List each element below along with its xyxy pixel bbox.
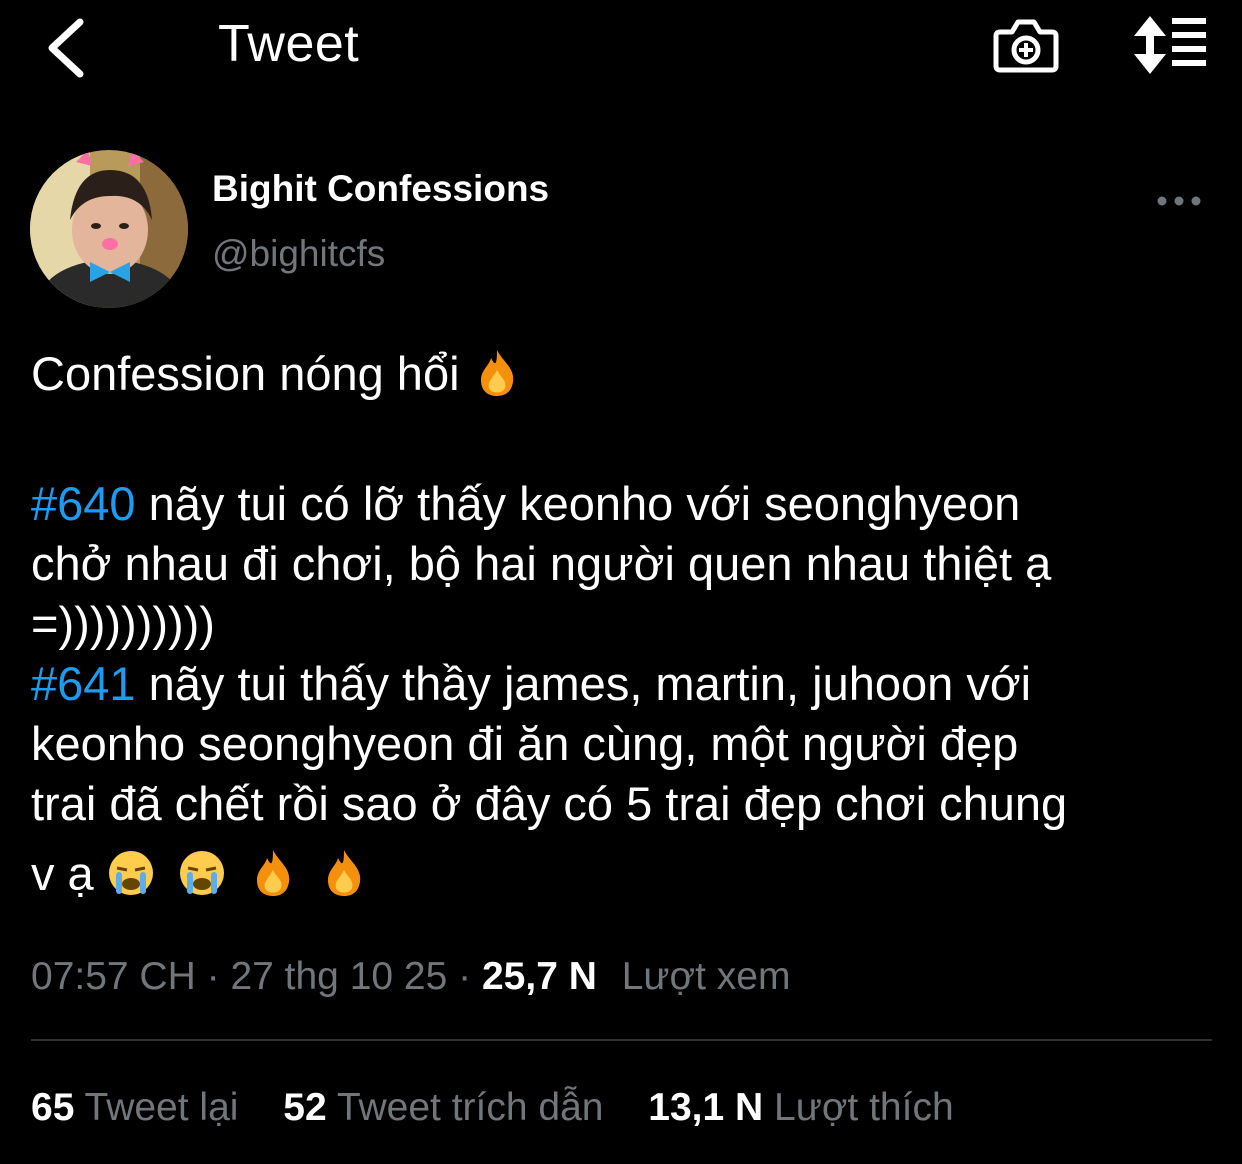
meta-separator: · [447,955,482,998]
tweet-line: #640 nãy tui có lỡ thấy keonho với seong… [31,474,1226,534]
hashtag-link[interactable]: #640 [31,477,136,530]
tweet-line: trai đã chết rồi sao ở đây có 5 trai đẹp… [31,777,1068,830]
quotes-label: Tweet trích dẫn [336,1086,604,1129]
meta-separator: · [195,955,231,998]
tweet-line: keonho seonghyeon đi ăn cùng, một người … [31,717,1019,770]
tweet-line: #641 nãy tui thấy thầy james, martin, ju… [31,654,1226,714]
more-button[interactable] [1152,186,1208,216]
top-bar: Tweet [0,0,1242,96]
sort-icon [1134,16,1206,74]
crying-face-emoji-icon [108,851,153,895]
camera-add-icon [993,19,1059,73]
tweet-text-segment: Confession nóng hổi [31,347,460,400]
views-count[interactable]: 25,7 N [482,955,597,998]
crying-face-emoji-icon [179,851,224,895]
quotes-count: 52 [283,1086,327,1129]
likes-stat[interactable]: 13,1 N Lượt thích [648,1086,953,1129]
tweet-date: 27 thg 10 25 [230,955,448,998]
tweet-meta: 07:57 CH · 27 thg 10 25 · 25,7 N Lượt xe… [31,955,790,999]
hashtag-link[interactable]: #641 [31,657,136,710]
retweets-label: Tweet lại [84,1086,239,1129]
tweet-line: =)))))))))) [31,597,215,650]
tweet-text-segment: nãy tui có lỡ thấy keonho với seonghyeon [135,477,1021,530]
more-horizontal-icon [1157,196,1201,206]
avatar[interactable] [30,150,188,308]
camera-button[interactable] [990,10,1062,80]
tweet-line: v ạ [31,844,1226,904]
tweet-text: Confession nóng hổi #640 nãy tui có lỡ t… [31,344,1226,904]
divider [31,1039,1212,1041]
page-title: Tweet [218,15,360,73]
quotes-stat[interactable]: 52 Tweet trích dẫn [283,1086,603,1129]
chevron-left-icon [48,18,84,78]
author-display-name[interactable]: Bighit Confessions [212,168,549,210]
tweet-text-segment: v ạ [31,847,94,900]
back-button[interactable] [36,10,106,80]
fire-emoji-icon [480,350,513,396]
retweets-count: 65 [31,1086,75,1129]
fire-emoji-icon [256,850,290,896]
tweet-stats: 65 Tweet lại 52 Tweet trích dẫn 13,1 N L… [31,1086,988,1130]
retweets-stat[interactable]: 65 Tweet lại [31,1086,238,1129]
likes-label: Lượt thích [774,1086,954,1129]
fire-emoji-icon [327,850,361,896]
tweet-line: Confession nóng hổi [31,344,1226,404]
likes-count: 13,1 N [648,1086,764,1129]
sort-button[interactable] [1128,12,1212,78]
author-handle[interactable]: @bighitcfs [212,233,385,275]
tweet-text-segment: nãy tui thấy thầy james, martin, juhoon … [135,657,1032,710]
views-label: Lượt xem [621,955,791,998]
tweet-line: chở nhau đi chơi, bộ hai người quen nhau… [31,537,1052,590]
tweet-time: 07:57 CH [31,955,196,998]
profile-photo [30,150,188,308]
